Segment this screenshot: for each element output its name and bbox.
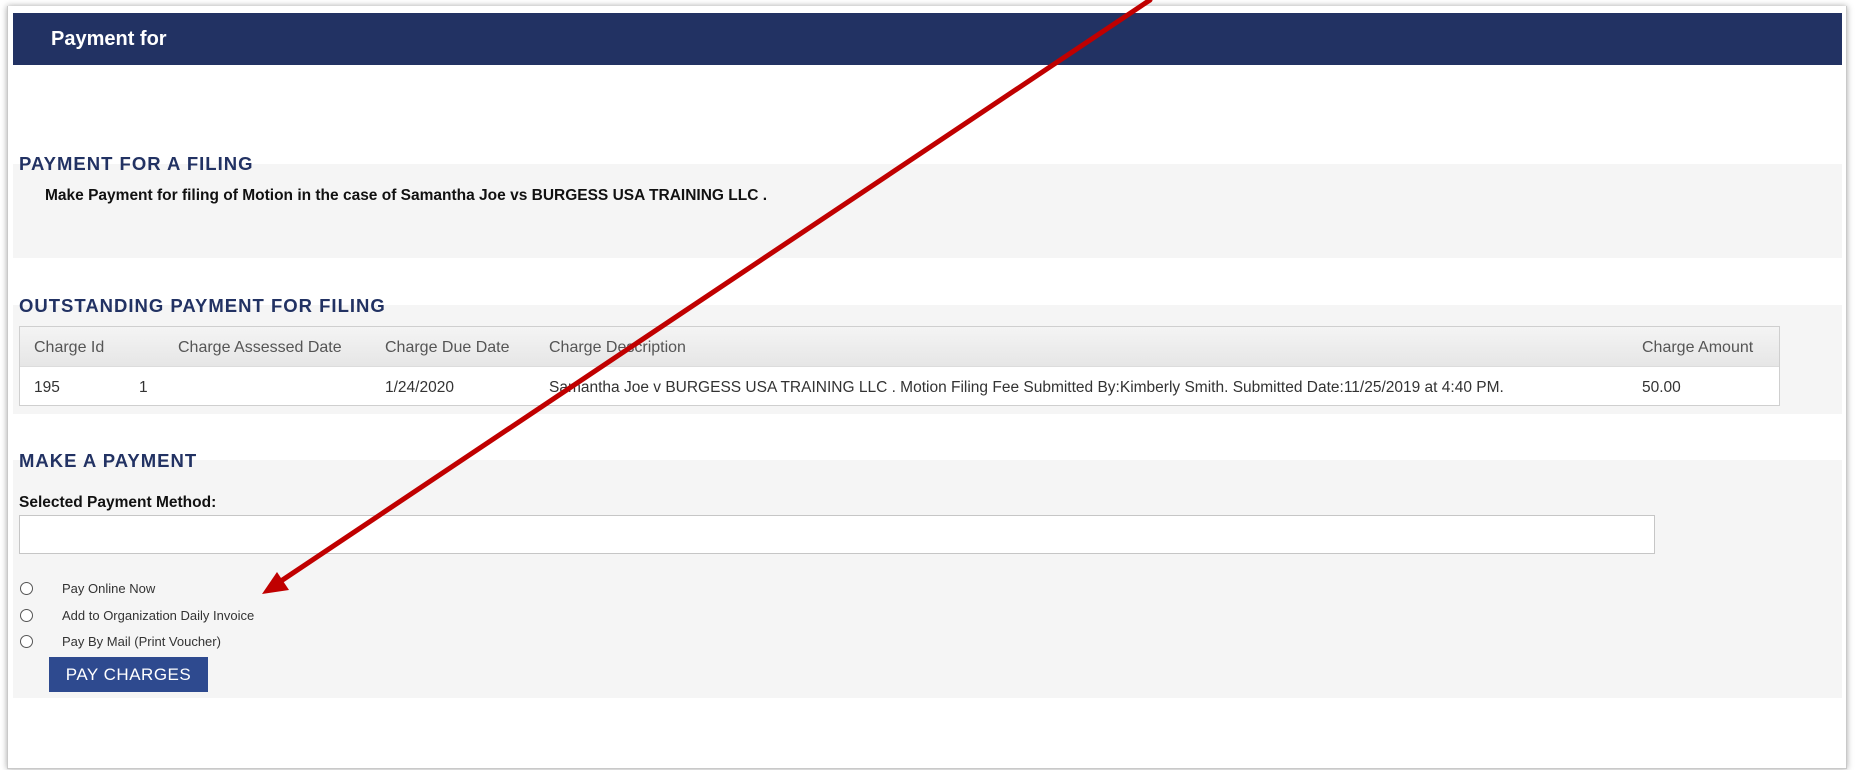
column-header-assessed-date: Charge Assessed Date [178,339,342,356]
due-date-cell: 1/24/2020 [385,379,454,396]
payment-method-field[interactable] [19,515,1655,554]
charge-extra-cell: 1 [139,379,148,396]
column-header-charge-id: Charge Id [34,339,105,356]
column-header-description: Charge Description [549,339,686,356]
column-header-amount: Charge Amount [1642,339,1754,356]
description-cell: Samantha Joe v BURGESS USA TRAINING LLC … [549,379,1504,396]
radio-label[interactable]: Add to Organization Daily Invoice [62,608,254,623]
payment-method-label: Selected Payment Method: [19,494,217,511]
charges-table: Charge Id Charge Assessed Date Charge Du… [19,326,1780,406]
pay-charges-button[interactable]: PAY CHARGES [49,657,208,692]
filing-panel [13,164,1842,258]
charges-table-header: Charge Id Charge Assessed Date Charge Du… [20,327,1779,367]
charge-id-cell: 195 [34,379,60,396]
page-title: Payment for [51,28,167,50]
radio-button[interactable] [20,609,33,622]
payment-panel [13,460,1842,698]
outstanding-section-heading: OUTSTANDING PAYMENT FOR FILING [19,295,386,316]
radio-button[interactable] [20,582,33,595]
radio-button[interactable] [20,635,33,648]
radio-label[interactable]: Pay Online Now [62,581,155,596]
radio-label[interactable]: Pay By Mail (Print Voucher) [62,634,221,649]
header-bar: Payment for [13,13,1842,65]
filing-description: Make Payment for filing of Motion in the… [45,187,767,204]
amount-cell: 50.00 [1642,379,1681,396]
filing-section-heading: PAYMENT FOR A FILING [19,153,254,174]
column-header-due-date: Charge Due Date [385,339,510,356]
payment-section-heading: MAKE A PAYMENT [19,450,198,471]
